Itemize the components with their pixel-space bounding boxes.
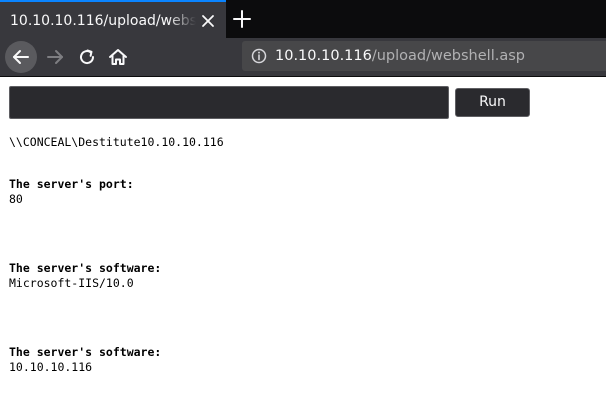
software-label: The server's software: [9, 261, 162, 275]
tab-title: 10.10.10.116/upload/webshell.asp [10, 13, 196, 29]
active-tab[interactable]: 10.10.10.116/upload/webshell.asp [0, 0, 226, 38]
port-label: The server's port: [9, 177, 134, 191]
url-bar[interactable]: 10.10.10.116/upload/webshell.asp [242, 41, 606, 71]
arrow-right-icon[interactable] [42, 44, 68, 70]
info-icon[interactable] [251, 48, 267, 64]
user-line: \\CONCEAL\Destitute10.10.10.116 [9, 135, 224, 149]
run-button[interactable]: Run [455, 88, 530, 117]
url-text: 10.10.10.116/upload/webshell.asp [275, 47, 525, 65]
software-value: Microsoft-IIS/10.0 [9, 276, 134, 290]
plus-icon[interactable] [230, 7, 254, 31]
page-content: Run \\CONCEAL\Destitute10.10.10.116 The … [0, 77, 606, 415]
address-label: The server's software: [9, 345, 162, 359]
tab-strip: 10.10.10.116/upload/webshell.asp [0, 0, 606, 38]
back-button[interactable] [5, 41, 37, 73]
home-icon[interactable] [105, 44, 131, 70]
command-input[interactable] [9, 86, 449, 119]
navigation-toolbar: 10.10.10.116/upload/webshell.asp [0, 38, 606, 77]
url-path: /upload/webshell.asp [371, 48, 525, 64]
arrow-left-icon [13, 50, 29, 64]
close-icon[interactable] [198, 11, 218, 31]
browser-chrome: 10.10.10.116/upload/webshell.asp [0, 0, 606, 77]
address-value: 10.10.10.116 [9, 360, 93, 374]
url-host: 10.10.10.116 [275, 48, 372, 64]
reload-icon[interactable] [74, 44, 100, 70]
port-value: 80 [9, 192, 23, 206]
